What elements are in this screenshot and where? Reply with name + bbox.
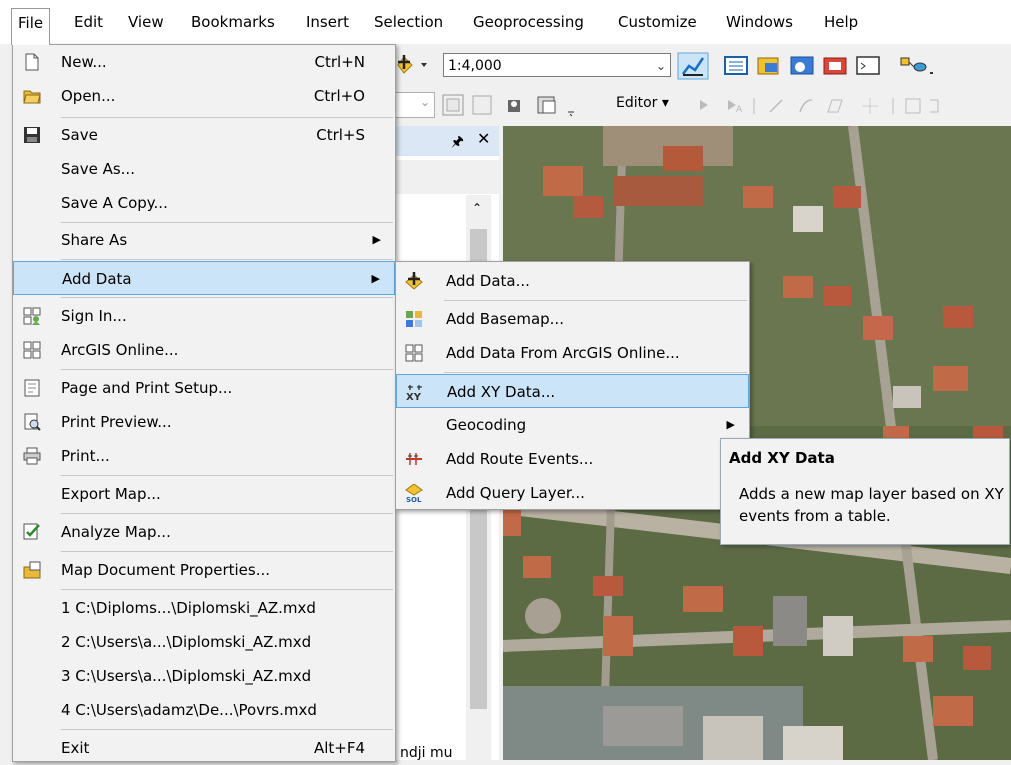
menu-item-print[interactable]: Print... (13, 439, 395, 473)
add-data-icon (405, 272, 423, 290)
file-menu: New... Ctrl+N Open... Ctrl+O Save Ctrl+S… (12, 44, 396, 762)
printer-icon (23, 447, 41, 465)
svg-text:XY: XY (406, 392, 422, 401)
recent-file-2[interactable]: 2 C:\Users\a...\Diplomski_AZ.mxd (13, 625, 395, 659)
toc-tab-strip (395, 160, 499, 194)
recent-file-3[interactable]: 3 C:\Users\a...\Diplomski_AZ.mxd (13, 659, 395, 693)
menu-item-map-document-properties[interactable]: Map Document Properties... (13, 553, 395, 587)
submenu-item-add-xy-data[interactable]: XY Add XY Data... (396, 374, 749, 408)
menu-separator (61, 589, 393, 590)
python-window-icon[interactable] (854, 55, 884, 77)
add-data-submenu: Add Data... Add Basemap... Add Data From… (395, 261, 750, 510)
menu-item-arcgis-online[interactable]: ArcGIS Online... (13, 333, 395, 367)
menu-separator (444, 300, 747, 301)
menu-item-sign-in[interactable]: Sign In... (13, 299, 395, 333)
menu-bookmarks[interactable]: Bookmarks (185, 8, 281, 36)
submenu-arrow-icon: ▶ (372, 233, 381, 246)
menu-separator (61, 513, 393, 514)
editing-toolbar-icons: A (700, 98, 939, 115)
menu-item-add-data[interactable]: Add Data ▶ (13, 261, 395, 295)
menu-separator (61, 475, 393, 476)
tooltip-description: Adds a new map layer based on XY events … (739, 485, 1004, 525)
recent-file-4[interactable]: 4 C:\Users\adamz\De...\Povrs.mxd (13, 693, 395, 727)
scroll-up-icon[interactable]: ⌃ (472, 201, 482, 215)
menu-item-save-as[interactable]: Save As... (13, 152, 395, 186)
menu-separator (61, 297, 393, 298)
menu-item-save[interactable]: Save Ctrl+S (13, 118, 395, 152)
menu-separator (61, 259, 393, 260)
menu-item-page-setup[interactable]: Page and Print Setup... (13, 371, 395, 405)
map-scale-dropdown[interactable]: 1:4,000 ⌄ (443, 53, 671, 77)
add-xy-data-icon: XY (406, 385, 422, 401)
arcgis-online-icon (405, 344, 423, 362)
new-document-icon (25, 53, 39, 71)
layer-dropdown[interactable]: ⌄ (395, 92, 435, 118)
add-xy-data-tooltip: Add XY Data Adds a new map layer based o… (720, 438, 1010, 545)
query-layer-icon: SQL (405, 484, 423, 502)
print-preview-icon (24, 413, 41, 431)
search-window-icon[interactable] (788, 55, 818, 77)
edit-tools-icons[interactable] (440, 92, 600, 118)
sign-in-icon (23, 307, 41, 325)
add-data-toolbar-icon[interactable] (394, 53, 434, 77)
recent-file-1[interactable]: 1 C:\Diploms...\Diplomski_AZ.mxd (13, 591, 395, 625)
editor-toolbar-icon[interactable] (677, 52, 709, 80)
menu-separator (61, 369, 393, 370)
catalog-window-icon[interactable] (755, 55, 785, 77)
submenu-arrow-icon: ▶ (726, 418, 735, 431)
table-of-contents-icon[interactable] (722, 55, 752, 77)
arcgis-online-icon (23, 341, 41, 359)
submenu-item-add-data[interactable]: Add Data... (396, 264, 749, 298)
menu-item-save-copy[interactable]: Save A Copy... (13, 186, 395, 220)
menu-selection[interactable]: Selection (368, 8, 449, 36)
close-icon[interactable]: ✕ (477, 129, 490, 148)
menu-separator (61, 551, 393, 552)
arctoolbox-icon[interactable] (821, 55, 851, 77)
menu-item-open[interactable]: Open... Ctrl+O (13, 79, 395, 113)
submenu-item-add-query-layer[interactable]: SQL Add Query Layer... (396, 476, 749, 510)
menu-insert[interactable]: Insert (300, 8, 355, 36)
menu-separator (444, 372, 747, 373)
save-disk-icon (24, 127, 40, 143)
submenu-item-add-route-events[interactable]: Add Route Events... (396, 442, 749, 476)
menu-edit[interactable]: Edit (68, 8, 109, 36)
analyze-map-icon (23, 523, 40, 540)
map-properties-icon (23, 561, 41, 579)
route-events-icon (406, 453, 422, 465)
menu-item-share-as[interactable]: Share As ▶ (13, 223, 395, 257)
submenu-item-geocoding[interactable]: Geocoding ▶ (396, 408, 749, 442)
menu-customize[interactable]: Customize (612, 8, 703, 36)
modelbuilder-icon[interactable] (898, 55, 938, 77)
toc-layer-text: ndji mu (400, 745, 453, 761)
menu-windows[interactable]: Windows (720, 8, 799, 36)
menu-item-export-map[interactable]: Export Map... (13, 477, 395, 511)
open-folder-icon (23, 90, 41, 104)
submenu-item-add-basemap[interactable]: Add Basemap... (396, 302, 749, 336)
editor-menu[interactable]: Editor ▾ (616, 95, 669, 111)
toc-header: 🖈 ✕ (395, 126, 499, 156)
menu-view[interactable]: View (122, 8, 170, 36)
submenu-arrow-icon: ▶ (371, 272, 380, 285)
tooltip-title: Add XY Data (729, 449, 835, 467)
menu-item-print-preview[interactable]: Print Preview... (13, 405, 395, 439)
menu-geoprocessing[interactable]: Geoprocessing (467, 8, 590, 36)
svg-text:SQL: SQL (406, 496, 422, 502)
basemap-icon (406, 311, 422, 327)
pin-icon[interactable]: 🖈 (451, 131, 464, 155)
chevron-down-icon: ⌄ (419, 95, 430, 109)
menu-help[interactable]: Help (818, 8, 864, 36)
menu-item-analyze-map[interactable]: Analyze Map... (13, 515, 395, 549)
menu-separator (61, 729, 393, 730)
menu-item-new[interactable]: New... Ctrl+N (13, 45, 395, 79)
menu-file[interactable]: File (11, 8, 51, 45)
svg-text:A: A (736, 105, 743, 115)
menu-bar: File Edit View Bookmarks Insert Selectio… (0, 0, 1011, 45)
page-setup-icon (24, 379, 40, 397)
chevron-down-icon: ⌄ (655, 59, 666, 73)
submenu-item-add-data-arcgis-online[interactable]: Add Data From ArcGIS Online... (396, 336, 749, 370)
